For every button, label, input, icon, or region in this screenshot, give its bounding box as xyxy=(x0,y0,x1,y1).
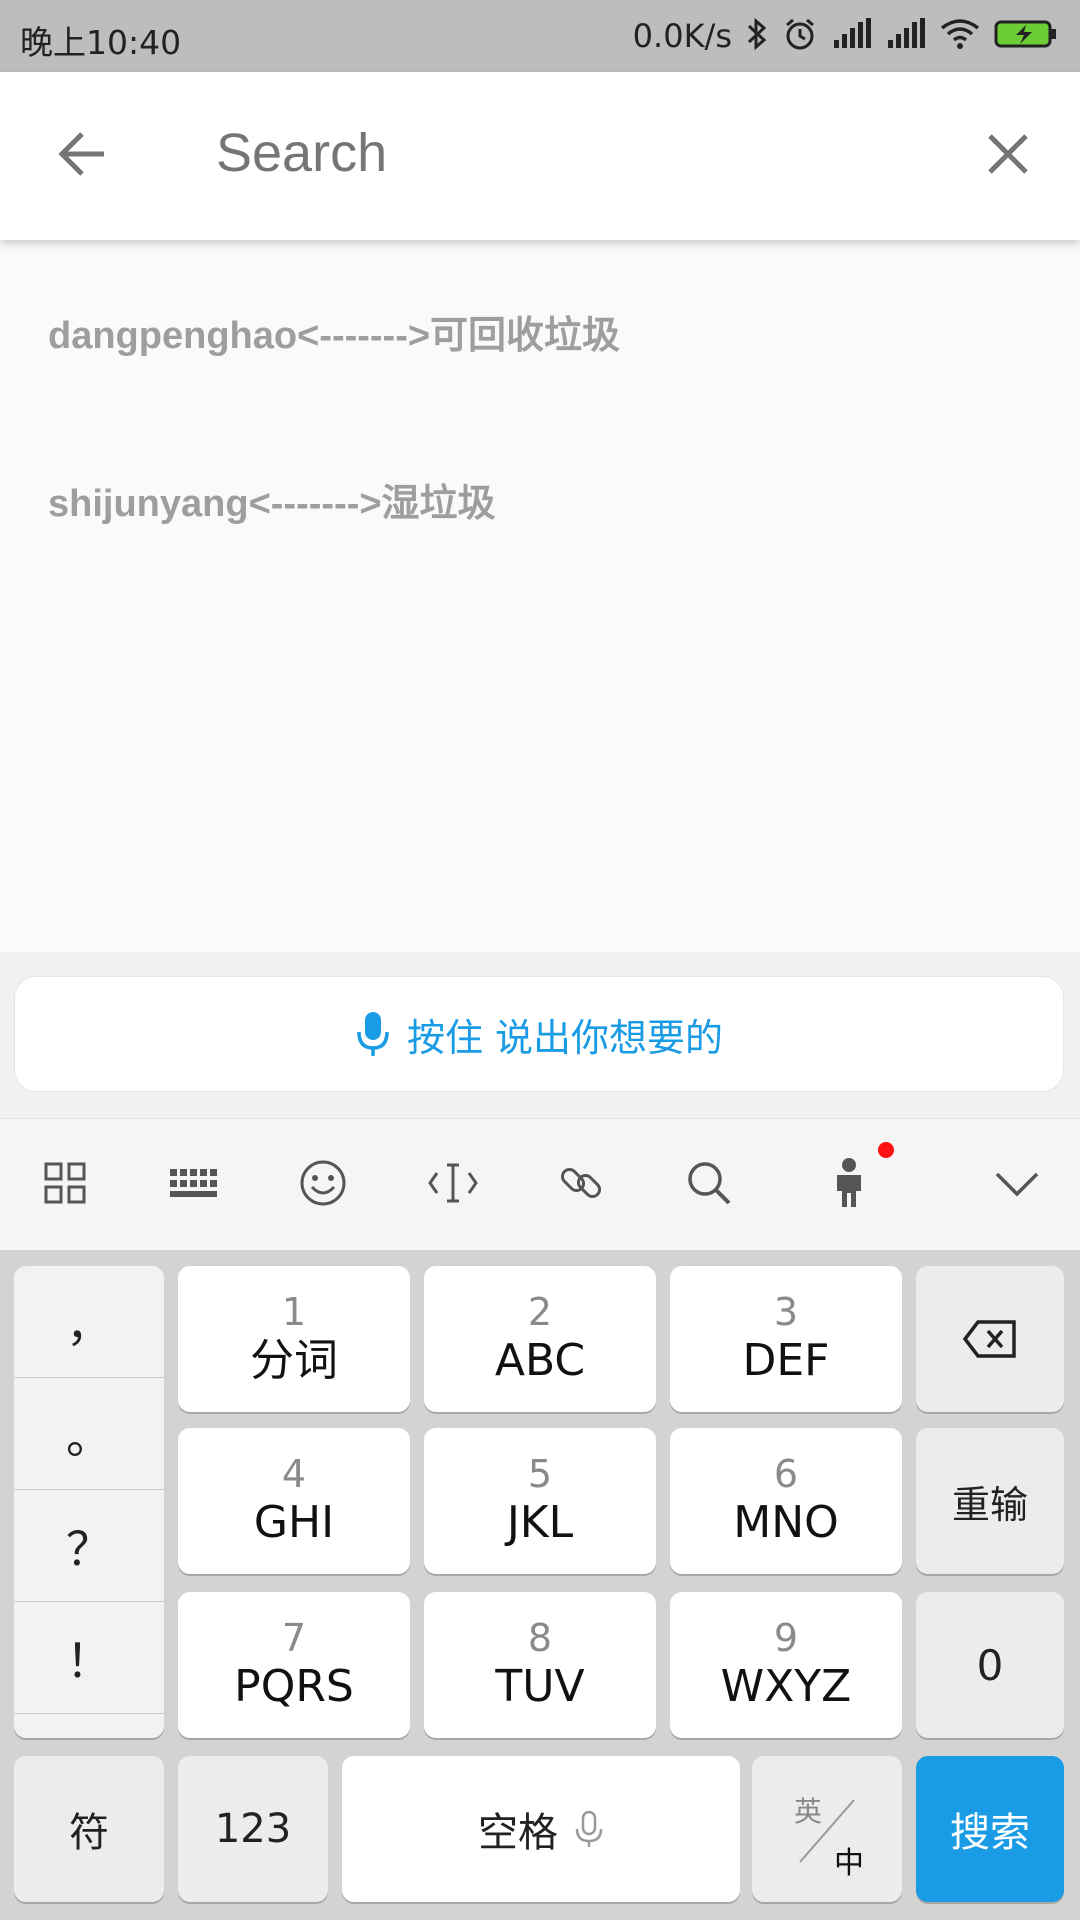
key-letters: 分词 xyxy=(250,1335,338,1386)
result-item[interactable]: shijunyang<------->湿垃圾 xyxy=(48,472,496,527)
key-number: 1 xyxy=(281,1290,307,1334)
keyboard-layout-button[interactable] xyxy=(158,1148,228,1218)
key-5[interactable]: 5 JKL xyxy=(424,1428,656,1574)
voice-input-label: 按住 说出你想要的 xyxy=(406,1015,724,1060)
key-2[interactable]: 2 ABC xyxy=(424,1266,656,1412)
search-app-bar xyxy=(0,72,1080,240)
key-1[interactable]: 1 分词 xyxy=(178,1266,410,1412)
bluetooth-icon xyxy=(746,16,768,56)
punct-key[interactable]: 。 xyxy=(14,1378,164,1490)
key-number: 4 xyxy=(281,1452,307,1496)
search-tool-button[interactable] xyxy=(674,1148,744,1218)
clear-button[interactable] xyxy=(968,114,1048,194)
text-cursor-button[interactable] xyxy=(418,1148,488,1218)
reenter-key[interactable]: 重输 xyxy=(916,1428,1064,1574)
keyboard-icon xyxy=(170,1169,217,1197)
key-number: 8 xyxy=(527,1616,553,1660)
key-4[interactable]: 4 GHI xyxy=(178,1428,410,1574)
punct-key[interactable]: ？ xyxy=(14,1490,164,1602)
microphone-icon xyxy=(357,1012,389,1056)
signal-icon xyxy=(886,18,926,54)
key-letters: TUV xyxy=(495,1661,585,1712)
back-button[interactable] xyxy=(44,114,124,194)
key-number: 3 xyxy=(773,1290,799,1334)
search-key[interactable]: 搜索 xyxy=(916,1756,1064,1902)
collapse-keyboard-button[interactable] xyxy=(982,1148,1052,1218)
alarm-icon xyxy=(782,16,818,56)
key-letters: PQRS xyxy=(234,1661,354,1712)
key-6[interactable]: 6 MNO xyxy=(670,1428,902,1574)
result-item[interactable]: dangpenghao<------->可回收垃圾 xyxy=(48,304,620,359)
avatar-icon xyxy=(837,1158,861,1207)
voice-input-button[interactable]: 按住 说出你想要的 xyxy=(14,976,1064,1092)
key-number: 9 xyxy=(773,1616,799,1660)
search-icon xyxy=(688,1162,731,1205)
close-icon xyxy=(988,134,1028,174)
status-icons: 0.0K/s xyxy=(633,14,1058,58)
microphone-icon xyxy=(575,1810,603,1847)
search-input[interactable] xyxy=(216,122,916,184)
space-label: 空格 xyxy=(478,1810,558,1856)
space-key[interactable]: 空格 xyxy=(342,1756,740,1902)
emoji-icon xyxy=(300,1160,346,1206)
collapse-chevron-icon xyxy=(995,1172,1039,1197)
language-switch-key[interactable]: 英 中 xyxy=(752,1756,902,1902)
key-3[interactable]: 3 DEF xyxy=(670,1266,902,1412)
key-letters: WXYZ xyxy=(720,1661,852,1712)
key-letters: DEF xyxy=(742,1335,830,1386)
symbols-key[interactable]: 符 xyxy=(14,1756,164,1902)
arrow-left-icon xyxy=(58,132,104,176)
notification-dot xyxy=(878,1142,894,1158)
punct-key[interactable]: ， xyxy=(14,1266,164,1378)
punctuation-column: ， 。 ？ ！ xyxy=(14,1266,164,1738)
grid-button[interactable] xyxy=(30,1148,100,1218)
battery-charging-icon xyxy=(994,18,1058,54)
status-time: 晚上10:40 xyxy=(20,23,182,62)
link-button[interactable] xyxy=(546,1148,616,1218)
key-number: 7 xyxy=(281,1616,307,1660)
key-letters: GHI xyxy=(253,1497,335,1548)
avatar-button[interactable] xyxy=(814,1142,894,1218)
wifi-icon xyxy=(940,18,980,54)
key-9[interactable]: 9 WXYZ xyxy=(670,1592,902,1738)
grid-icon xyxy=(44,1162,86,1204)
lang-zh-label: 中 xyxy=(834,1846,864,1881)
key-letters: JKL xyxy=(506,1497,574,1548)
text-cursor-icon xyxy=(428,1163,478,1203)
network-speed: 0.0K/s xyxy=(632,17,732,55)
signal-icon xyxy=(832,18,872,54)
zero-key[interactable]: 0 xyxy=(916,1592,1064,1738)
punct-key[interactable]: ！ xyxy=(14,1602,164,1714)
key-letters: ABC xyxy=(494,1335,586,1386)
backspace-key[interactable] xyxy=(916,1266,1064,1412)
numbers-key[interactable]: 123 xyxy=(178,1756,328,1902)
key-number: 2 xyxy=(527,1290,553,1334)
key-8[interactable]: 8 TUV xyxy=(424,1592,656,1738)
key-number: 6 xyxy=(773,1452,799,1496)
backspace-icon xyxy=(962,1320,1016,1358)
key-7[interactable]: 7 PQRS xyxy=(178,1592,410,1738)
key-number: 5 xyxy=(527,1452,553,1496)
link-icon xyxy=(560,1167,602,1199)
emoji-button[interactable] xyxy=(288,1148,358,1218)
key-letters: MNO xyxy=(733,1497,839,1548)
